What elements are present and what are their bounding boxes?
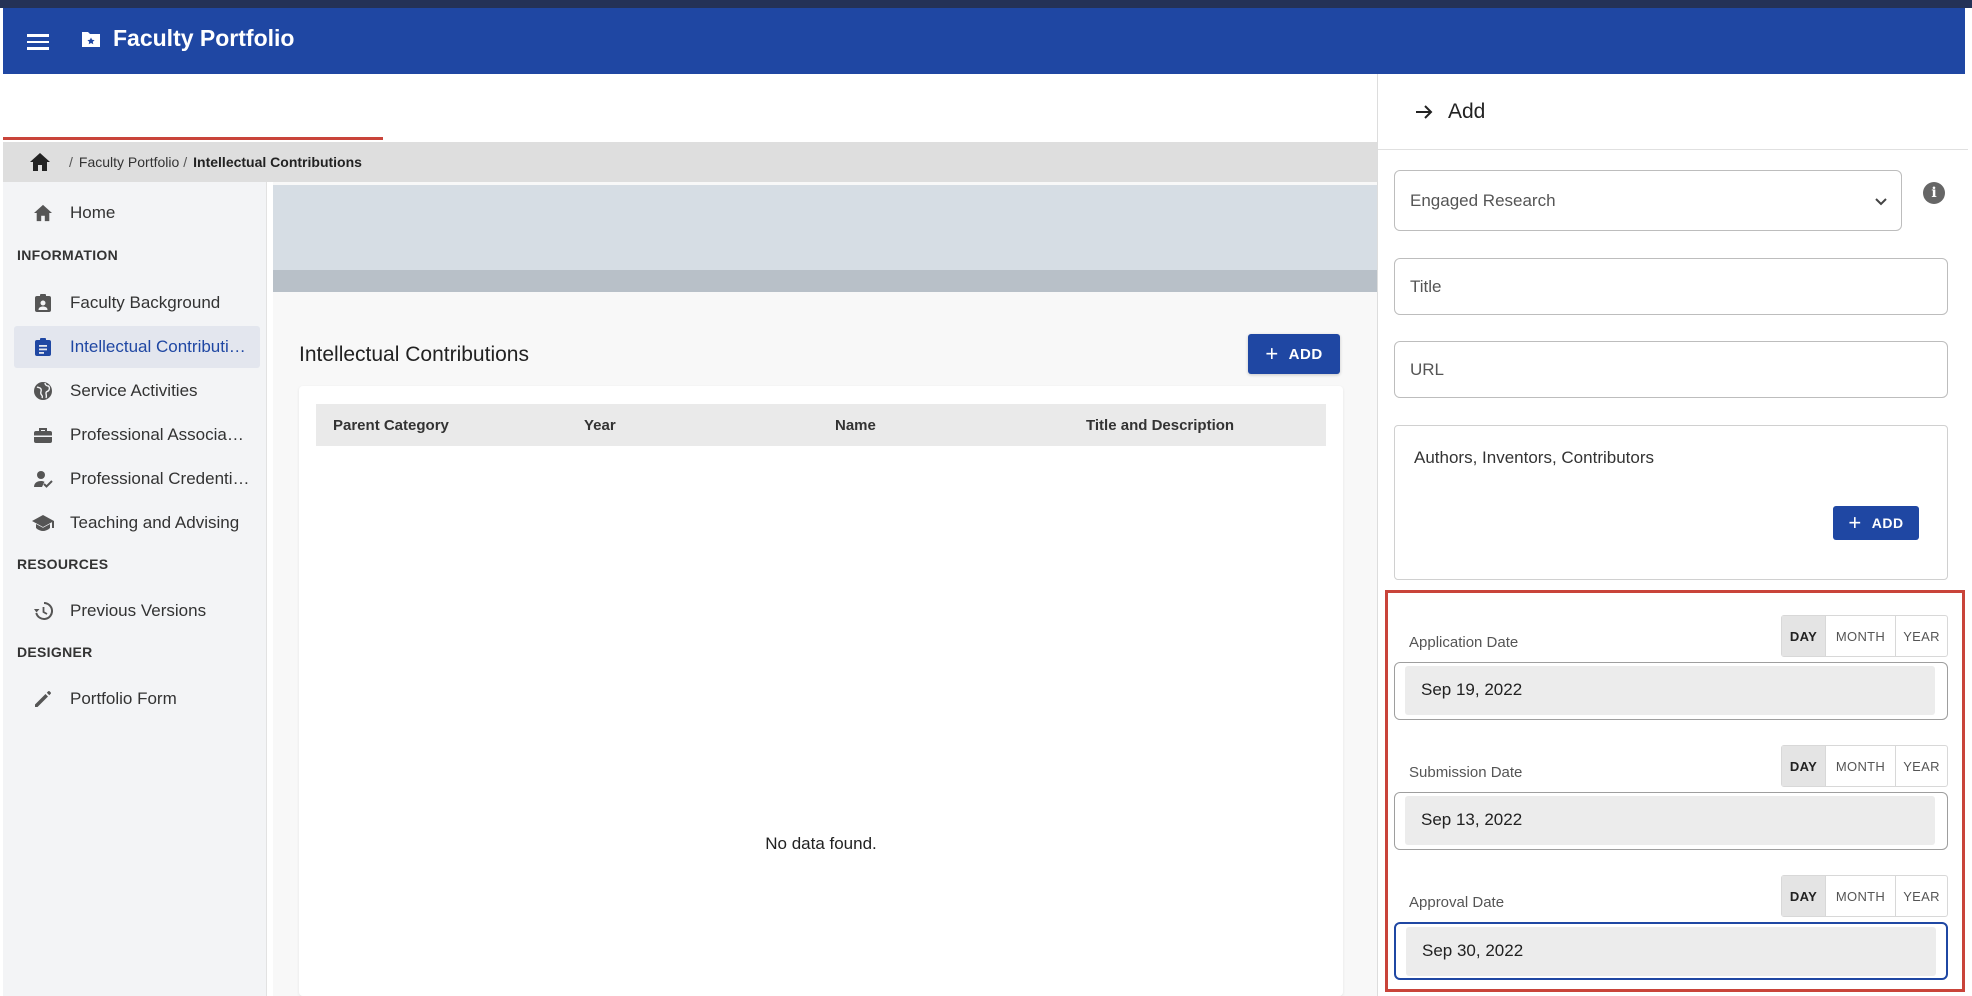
sidebar-item-label: Professional Associa… bbox=[70, 425, 244, 444]
application-date-value: Sep 19, 2022 bbox=[1421, 680, 1523, 699]
add-button-label: ADD bbox=[1288, 345, 1323, 363]
toggle-year[interactable]: YEAR bbox=[1896, 616, 1947, 656]
url-input-placeholder: URL bbox=[1410, 360, 1445, 379]
globe-icon bbox=[30, 378, 56, 404]
breadcrumb-current: Intellectual Contributions bbox=[193, 154, 362, 170]
info-icon[interactable]: i bbox=[1923, 182, 1945, 204]
sidebar-item-teaching-advising[interactable]: Teaching and Advising bbox=[14, 502, 260, 544]
column-header-title-description[interactable]: Title and Description bbox=[1086, 417, 1234, 434]
page-banner bbox=[273, 185, 1377, 273]
folder-star-icon bbox=[81, 30, 101, 53]
plus-icon: + bbox=[1265, 341, 1279, 366]
sidebar-item-portfolio-form[interactable]: Portfolio Form bbox=[14, 678, 260, 720]
column-header-year[interactable]: Year bbox=[584, 417, 616, 434]
approval-date-field[interactable]: Sep 30, 2022 bbox=[1394, 922, 1948, 980]
approval-date-value: Sep 30, 2022 bbox=[1422, 941, 1524, 960]
section-header-designer: DESIGNER bbox=[17, 644, 93, 660]
sidebar-item-home[interactable]: Home bbox=[14, 192, 260, 234]
table-header: Parent Category Year Name Title and Desc… bbox=[316, 404, 1326, 446]
column-header-parent-category[interactable]: Parent Category bbox=[333, 417, 449, 434]
application-date-granularity-toggle: DAY MONTH YEAR bbox=[1781, 615, 1948, 657]
chevron-down-icon bbox=[1875, 198, 1887, 206]
submission-date-granularity-toggle: DAY MONTH YEAR bbox=[1781, 745, 1948, 787]
submission-date-value: Sep 13, 2022 bbox=[1421, 810, 1523, 829]
authors-section: Authors, Inventors, Contributors + ADD bbox=[1394, 425, 1948, 580]
url-input[interactable]: URL bbox=[1394, 341, 1948, 398]
toggle-month[interactable]: MONTH bbox=[1826, 616, 1896, 656]
title-input-placeholder: Title bbox=[1410, 277, 1442, 296]
sidebar: Home INFORMATION Faculty Background Inte… bbox=[3, 182, 267, 996]
sidebar-item-label: Intellectual Contributi… bbox=[70, 337, 246, 356]
contributions-table-card: Parent Category Year Name Title and Desc… bbox=[299, 386, 1343, 996]
approval-date-granularity-toggle: DAY MONTH YEAR bbox=[1781, 875, 1948, 917]
add-author-button[interactable]: + ADD bbox=[1833, 506, 1919, 540]
page-banner-strip bbox=[273, 270, 1377, 292]
submission-date-field[interactable]: Sep 13, 2022 bbox=[1394, 792, 1948, 850]
empty-state-message: No data found. bbox=[765, 834, 877, 853]
breadcrumb-home-icon[interactable] bbox=[29, 152, 51, 172]
person-check-icon bbox=[30, 466, 56, 492]
window-top-strip bbox=[0, 0, 1972, 8]
toggle-day[interactable]: DAY bbox=[1782, 746, 1826, 786]
breadcrumb: / Faculty Portfolio / Intellectual Contr… bbox=[3, 142, 1377, 182]
panel-title: Add bbox=[1448, 99, 1486, 123]
history-icon bbox=[30, 598, 56, 624]
section-header-resources: RESOURCES bbox=[17, 556, 109, 572]
application-date-label: Application Date bbox=[1409, 634, 1519, 651]
app-bar: Faculty Portfolio bbox=[3, 8, 1965, 74]
clipboard-icon bbox=[30, 334, 56, 360]
sidebar-item-professional-associations[interactable]: Professional Associa… bbox=[14, 414, 260, 456]
app-title: Faculty Portfolio bbox=[113, 25, 295, 51]
sidebar-item-faculty-background[interactable]: Faculty Background bbox=[14, 282, 260, 324]
sidebar-item-label: Home bbox=[70, 203, 116, 222]
toggle-day[interactable]: DAY bbox=[1782, 616, 1826, 656]
authors-label: Authors, Inventors, Contributors bbox=[1414, 448, 1655, 467]
category-select[interactable]: Engaged Research bbox=[1394, 170, 1902, 231]
panel-header: Add bbox=[1378, 74, 1968, 150]
sidebar-item-label: Teaching and Advising bbox=[70, 513, 240, 532]
briefcase-icon bbox=[30, 422, 56, 448]
arrow-right-icon[interactable] bbox=[1412, 100, 1436, 124]
sidebar-item-professional-credentials[interactable]: Professional Credenti… bbox=[14, 458, 260, 500]
toggle-month[interactable]: MONTH bbox=[1826, 746, 1896, 786]
approval-date-label: Approval Date bbox=[1409, 894, 1505, 911]
sidebar-item-intellectual-contributions[interactable]: Intellectual Contributi… bbox=[14, 326, 260, 368]
toggle-day[interactable]: DAY bbox=[1782, 876, 1826, 916]
breadcrumb-separator: / bbox=[183, 154, 188, 170]
title-input[interactable]: Title bbox=[1394, 258, 1948, 315]
toggle-year[interactable]: YEAR bbox=[1896, 876, 1947, 916]
sidebar-item-label: Service Activities bbox=[70, 381, 198, 400]
graduation-cap-icon bbox=[30, 510, 56, 536]
pencil-icon bbox=[30, 686, 56, 712]
sidebar-item-label: Portfolio Form bbox=[70, 689, 177, 708]
loading-indicator bbox=[3, 137, 383, 140]
application-date-field[interactable]: Sep 19, 2022 bbox=[1394, 662, 1948, 720]
add-button[interactable]: + ADD bbox=[1248, 334, 1340, 374]
breadcrumb-faculty-portfolio[interactable]: Faculty Portfolio bbox=[79, 154, 179, 170]
header-spacer bbox=[3, 74, 1377, 142]
category-select-value: Engaged Research bbox=[1410, 191, 1556, 210]
home-icon bbox=[30, 200, 56, 226]
add-author-button-label: ADD bbox=[1871, 515, 1904, 531]
toggle-month[interactable]: MONTH bbox=[1826, 876, 1896, 916]
hamburger-menu-icon[interactable] bbox=[27, 30, 55, 54]
sidebar-item-label: Previous Versions bbox=[70, 601, 207, 620]
sidebar-item-label: Faculty Background bbox=[70, 293, 221, 312]
plus-icon: + bbox=[1848, 510, 1862, 535]
column-header-name[interactable]: Name bbox=[835, 417, 876, 434]
section-header-information-label: INFORMATION bbox=[17, 247, 119, 263]
breadcrumb-separator: / bbox=[69, 154, 73, 170]
badge-icon bbox=[30, 290, 56, 316]
toggle-year[interactable]: YEAR bbox=[1896, 746, 1947, 786]
submission-date-label: Submission Date bbox=[1409, 764, 1523, 781]
sidebar-item-label: Professional Credenti… bbox=[70, 469, 250, 488]
sidebar-item-previous-versions[interactable]: Previous Versions bbox=[14, 590, 260, 632]
page-title: Intellectual Contributions bbox=[299, 343, 529, 366]
sidebar-item-service-activities[interactable]: Service Activities bbox=[14, 370, 260, 412]
main-content: Intellectual Contributions + ADD Parent … bbox=[273, 182, 1377, 996]
